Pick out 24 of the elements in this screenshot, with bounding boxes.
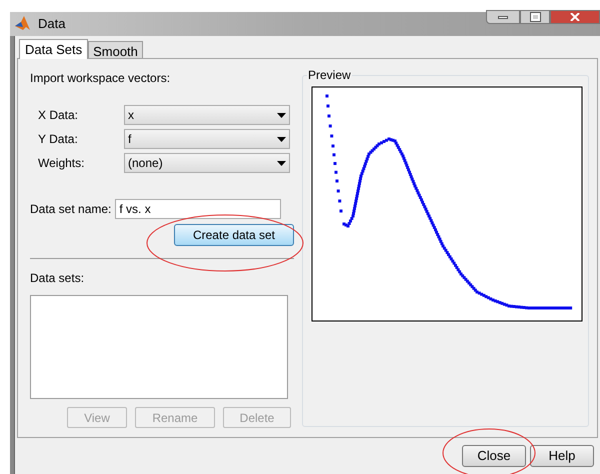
dropdown[interactable]: f <box>124 129 290 149</box>
dialog-button[interactable]: Close <box>462 445 526 467</box>
maximize-button[interactable] <box>520 10 550 24</box>
window-title: Data <box>38 15 66 34</box>
tab[interactable]: Data Sets <box>19 39 88 59</box>
section-heading: Import workspace vectors: <box>30 70 172 87</box>
dialog-button[interactable]: Help <box>530 445 594 467</box>
tab[interactable]: Smooth <box>88 41 143 58</box>
minimize-button[interactable] <box>486 10 520 24</box>
app-logo-icon <box>14 15 32 33</box>
close-icon[interactable] <box>550 10 600 24</box>
field-label: X Data: <box>38 107 80 124</box>
section-heading: Data sets: <box>30 270 86 287</box>
caret-icon <box>277 112 286 118</box>
field-label: Y Data: <box>38 131 79 148</box>
dropdown[interactable]: (none) <box>124 153 290 173</box>
field-label: Data set name: <box>30 201 112 218</box>
create-button[interactable]: Create data set <box>174 224 294 246</box>
dropdown[interactable]: x <box>124 105 290 125</box>
data-sets-list[interactable] <box>30 295 288 399</box>
field-label: Weights: <box>38 155 86 172</box>
caret-icon <box>277 136 286 142</box>
name-input[interactable]: f vs. x <box>115 199 282 219</box>
caret-icon <box>277 160 286 166</box>
